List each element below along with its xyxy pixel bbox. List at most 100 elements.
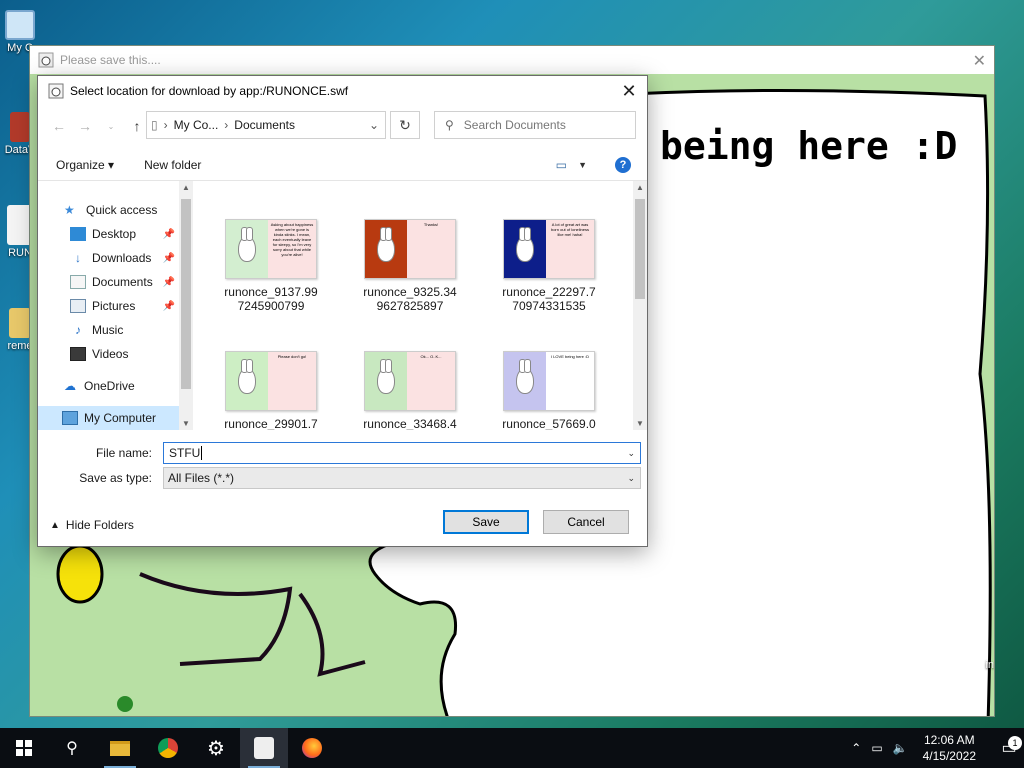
folder-icon: [9, 308, 31, 338]
bunny-icon: [238, 227, 256, 262]
nav-item-videos[interactable]: Videos: [38, 342, 179, 366]
file-name-label: File name:: [95, 446, 152, 460]
save-button[interactable]: Save: [443, 510, 529, 534]
file-name-line2: 9627825897: [376, 299, 444, 313]
scrollbar-thumb[interactable]: [181, 199, 191, 389]
nav-item-onedrive[interactable]: ☁ OneDrive: [38, 374, 179, 398]
chevron-down-icon[interactable]: ⌄: [627, 448, 635, 459]
view-options-icon[interactable]: ▭: [556, 158, 567, 172]
scrollbar-thumb[interactable]: [635, 199, 645, 299]
nav-item-documents[interactable]: Documents 📌: [38, 270, 179, 294]
nav-label: Downloads: [92, 251, 152, 265]
navigation-pane[interactable]: ★ Quick access Desktop 📌 ↓ Downloads 📌 D…: [38, 181, 179, 430]
file-thumbnail: I LOVE being here :D: [503, 351, 595, 411]
chevron-down-icon[interactable]: ▼: [578, 160, 587, 170]
app-window-title: Please save this....: [60, 53, 161, 67]
forward-button[interactable]: →: [72, 113, 98, 139]
notification-button[interactable]: ▭ 1: [994, 736, 1024, 758]
arrow-left-icon: ←: [52, 118, 66, 134]
search-input[interactable]: ⚲ Search Documents: [434, 111, 636, 139]
file-item[interactable]: Thanks! runonce_9325.34 9627825897: [350, 219, 470, 313]
file-list[interactable]: Asking about happiness when we're gone i…: [198, 181, 631, 430]
save-type-select[interactable]: All Files (*.*) ⌄: [163, 467, 641, 489]
file-item[interactable]: Please don't go! runonce_29901.7: [211, 351, 331, 430]
nav-label: OneDrive: [84, 379, 135, 393]
dialog-titlebar[interactable]: Select location for download by app:/RUN…: [38, 76, 647, 106]
refresh-icon: ↻: [399, 116, 411, 133]
hide-folders-label: Hide Folders: [65, 518, 134, 532]
notification-badge: 1: [1008, 736, 1022, 750]
nav-item-my-computer[interactable]: My Computer: [38, 406, 179, 430]
nav-item-pictures[interactable]: Pictures 📌: [38, 294, 179, 318]
file-item[interactable]: I LOVE being here :D runonce_57669.0: [489, 351, 609, 430]
search-button[interactable]: ⚲: [48, 728, 96, 768]
file-name: runonce_9137.99: [224, 285, 318, 299]
help-icon[interactable]: ?: [615, 157, 631, 173]
scroll-up-icon[interactable]: ▲: [179, 183, 193, 192]
organize-button[interactable]: Organize ▾: [56, 158, 114, 172]
clock-date: 4/15/2022: [922, 749, 976, 763]
hide-folders-button[interactable]: ▲ Hide Folders: [50, 518, 134, 532]
firefox-button[interactable]: [288, 728, 336, 768]
text-cursor: [201, 446, 203, 460]
file-explorer-button[interactable]: [96, 728, 144, 768]
nav-item-quick-access[interactable]: ★ Quick access: [38, 198, 179, 222]
clock[interactable]: 12:06 AM 4/15/2022: [923, 732, 976, 764]
nav-item-downloads[interactable]: ↓ Downloads 📌: [38, 246, 179, 270]
nav-label: Music: [92, 323, 124, 337]
file-item[interactable]: Ok... O..K... runonce_33468.4: [350, 351, 470, 430]
network-icon[interactable]: ▭: [871, 741, 882, 755]
cancel-button[interactable]: Cancel: [543, 510, 629, 534]
thumbnail-caption: I LOVE being here :D: [546, 352, 594, 410]
file-name-line2: 7245900799: [237, 299, 305, 313]
speech-edge-text: in: [985, 659, 994, 671]
file-list-scrollbar[interactable]: ▲ ▼: [633, 181, 647, 430]
breadcrumb-current[interactable]: Documents: [234, 118, 295, 132]
nav-item-desktop[interactable]: Desktop 📌: [38, 222, 179, 246]
thumbnail-caption: A lot of great art was born out of lonel…: [546, 220, 594, 278]
start-button[interactable]: [0, 728, 48, 768]
bunny-icon: [516, 359, 534, 394]
file-name-input[interactable]: STFU ⌄: [163, 442, 641, 464]
nav-item-music[interactable]: ♪ Music: [38, 318, 179, 342]
thumbnail-caption: Please don't go!: [268, 352, 316, 410]
file-thumbnail: Asking about happiness when we're gone i…: [225, 219, 317, 279]
refresh-button[interactable]: ↻: [390, 111, 420, 139]
dropdown-recent-button[interactable]: ⌄: [98, 113, 124, 139]
dialog-close-button[interactable]: ✕: [619, 81, 639, 101]
cloud-icon: ☁: [64, 379, 76, 393]
app-window-close-button[interactable]: ✕: [973, 51, 986, 71]
chevron-down-icon[interactable]: ⌄: [627, 473, 635, 484]
flash-app-icon: [48, 83, 64, 99]
file-name: runonce_57669.0: [502, 417, 596, 430]
file-item[interactable]: Asking about happiness when we're gone i…: [211, 219, 331, 313]
scroll-down-icon[interactable]: ▼: [179, 419, 193, 428]
nav-label: Videos: [92, 347, 129, 361]
save-dialog[interactable]: Select location for download by app:/RUN…: [37, 75, 648, 547]
videos-icon: [70, 347, 86, 361]
browser-area: ★ Quick access Desktop 📌 ↓ Downloads 📌 D…: [38, 180, 647, 430]
scroll-up-icon[interactable]: ▲: [633, 183, 647, 192]
arrow-right-icon: →: [78, 118, 92, 134]
scroll-down-icon[interactable]: ▼: [633, 419, 647, 428]
chrome-button[interactable]: [144, 728, 192, 768]
chevron-up-icon[interactable]: ⌃: [851, 741, 861, 755]
address-bar[interactable]: ▯ › My Co... › Documents ⌄: [146, 111, 386, 139]
chevron-down-icon[interactable]: ⌄: [369, 118, 379, 132]
app-window-titlebar[interactable]: Please save this....: [30, 46, 994, 74]
new-folder-button[interactable]: New folder: [144, 158, 201, 172]
system-tray: ⌃ ▭ 🔈 12:06 AM 4/15/2022 ▭ 1: [846, 728, 1024, 768]
thumbnail-caption: Thanks!: [407, 220, 455, 278]
settings-button[interactable]: ⚙: [192, 728, 240, 768]
volume-icon[interactable]: 🔈: [893, 741, 908, 755]
back-button[interactable]: ←: [46, 113, 72, 139]
nav-pane-scrollbar[interactable]: ▲ ▼: [179, 181, 193, 430]
runonce-taskbar-button[interactable]: [240, 728, 288, 768]
breadcrumb-root[interactable]: My Co...: [174, 118, 219, 132]
file-item[interactable]: A lot of great art was born out of lonel…: [489, 219, 609, 313]
speech-text: being here :D: [660, 124, 958, 168]
bunny-icon: [377, 227, 395, 262]
file-name: runonce_29901.7: [224, 417, 318, 430]
computer-icon: [62, 411, 78, 425]
file-thumbnail: Please don't go!: [225, 351, 317, 411]
